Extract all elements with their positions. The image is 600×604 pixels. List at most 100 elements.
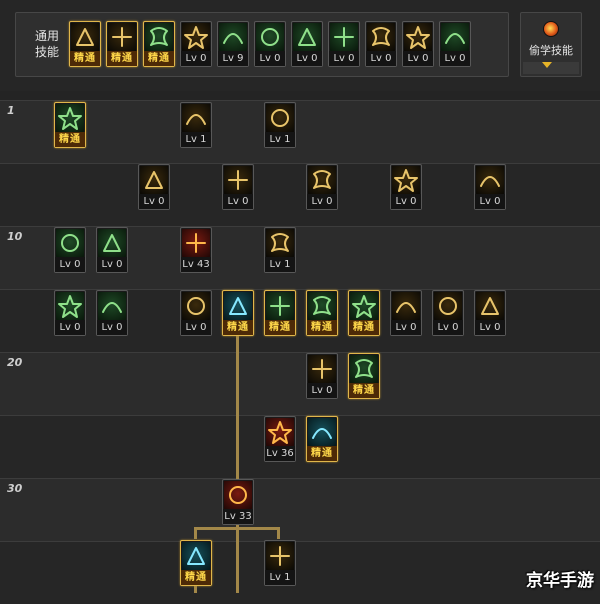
skill-slot[interactable]: 精通: [143, 21, 175, 67]
skill-slot[interactable]: Lv 0: [474, 290, 506, 336]
skill-slot[interactable]: Lv 0: [390, 164, 422, 210]
skill-level-label: Lv 0: [307, 194, 337, 209]
feather-burst-icon: [140, 166, 168, 194]
skill-level-label: 精通: [144, 51, 174, 66]
skill-slot[interactable]: Lv 0: [254, 21, 286, 67]
skill-level-label: 精通: [307, 446, 337, 461]
level-label: 1: [7, 104, 15, 117]
skill-level-label: 精通: [349, 320, 379, 335]
skill-level-label: Lv 0: [292, 51, 322, 66]
skill-slot[interactable]: Lv 1: [264, 227, 296, 273]
skill-level-label: 精通: [349, 383, 379, 398]
chevron-down-icon[interactable]: [542, 62, 552, 68]
skill-slot[interactable]: Lv 1: [180, 102, 212, 148]
water-spirit-icon: [308, 418, 336, 446]
tree-connector: [194, 527, 197, 539]
skill-slot[interactable]: 精通: [106, 21, 138, 67]
skill-level-label: Lv 0: [223, 194, 253, 209]
skill-slot[interactable]: Lv 0: [138, 164, 170, 210]
skill-level-label: Lv 0: [255, 51, 285, 66]
whirl-slash-icon: [392, 292, 420, 320]
skill-slot[interactable]: Lv 0: [432, 290, 464, 336]
skill-slot[interactable]: 精通: [348, 353, 380, 399]
fire-orb-icon: [543, 21, 559, 37]
skill-slot[interactable]: Lv 0: [439, 21, 471, 67]
skill-slot[interactable]: Lv 0: [390, 290, 422, 336]
tree-row: [0, 289, 600, 352]
general-label-line1: 通用: [34, 29, 59, 43]
skill-slot[interactable]: 精通: [264, 290, 296, 336]
skill-slot[interactable]: Lv 0: [96, 227, 128, 273]
level-label: 10: [7, 230, 23, 243]
general-label-line2: 技能: [34, 45, 59, 59]
skill-level-label: Lv 1: [181, 132, 211, 147]
skill-slot[interactable]: 精通: [306, 416, 338, 462]
climber-icon: [330, 23, 358, 51]
tree-row: [0, 541, 600, 604]
skill-slot[interactable]: Lv 43: [180, 227, 212, 273]
skill-slot[interactable]: Lv 0: [306, 353, 338, 399]
tree-row: [0, 478, 600, 541]
skill-level-label: Lv 1: [265, 570, 295, 585]
spiral-wind-icon: [308, 166, 336, 194]
skill-level-label: Lv 0: [181, 51, 211, 66]
skill-slot[interactable]: 精通: [306, 290, 338, 336]
skill-slot[interactable]: Lv 0: [54, 290, 86, 336]
skill-slot[interactable]: Lv 0: [474, 164, 506, 210]
skill-slot[interactable]: Lv 0: [328, 21, 360, 67]
ring-burst-icon: [266, 292, 294, 320]
general-skills-label: 通用 技能: [30, 28, 64, 60]
skill-level-label: Lv 0: [55, 257, 85, 272]
green-arrow-icon: [56, 229, 84, 257]
skill-slot[interactable]: 精通: [348, 290, 380, 336]
starburst-icon: [224, 481, 252, 509]
tree-connector: [194, 527, 280, 530]
skill-level-label: Lv 0: [366, 51, 396, 66]
skill-slot[interactable]: Lv 0: [306, 164, 338, 210]
plant-icon: [441, 23, 469, 51]
eye-icon: [367, 23, 395, 51]
skill-slot[interactable]: Lv 0: [96, 290, 128, 336]
skill-level-label: Lv 0: [475, 194, 505, 209]
bottom-stance-icon: [56, 104, 84, 132]
tree-row: [0, 100, 600, 163]
skill-level-label: Lv 0: [139, 194, 169, 209]
skill-slot[interactable]: Lv 9: [217, 21, 249, 67]
skill-level-label: Lv 0: [97, 257, 127, 272]
skill-level-label: 精通: [55, 132, 85, 147]
energy-orb-icon: [224, 292, 252, 320]
skill-slot[interactable]: Lv 0: [365, 21, 397, 67]
skill-slot[interactable]: 精通: [222, 290, 254, 336]
tree-connector: [236, 333, 239, 593]
skill-level-label: Lv 33: [223, 509, 253, 524]
skill-level-label: Lv 0: [97, 320, 127, 335]
skill-slot[interactable]: Lv 0: [291, 21, 323, 67]
strongman-icon: [404, 23, 432, 51]
skill-slot[interactable]: Lv 0: [402, 21, 434, 67]
skill-slot[interactable]: 精通: [54, 102, 86, 148]
skill-slot[interactable]: Lv 33: [222, 479, 254, 525]
skill-slot[interactable]: Lv 0: [180, 290, 212, 336]
sword-star-icon: [182, 292, 210, 320]
skill-level-label: Lv 0: [475, 320, 505, 335]
skill-slot[interactable]: Lv 0: [180, 21, 212, 67]
skill-slot[interactable]: Lv 0: [222, 164, 254, 210]
rising-flame-icon: [476, 292, 504, 320]
skill-slot[interactable]: 精通: [69, 21, 101, 67]
skill-slot[interactable]: Lv 36: [264, 416, 296, 462]
skill-slot[interactable]: Lv 1: [264, 102, 296, 148]
gear-target-icon: [256, 23, 284, 51]
runner-icon: [293, 23, 321, 51]
skill-slot[interactable]: Lv 0: [54, 227, 86, 273]
skill-slot[interactable]: Lv 1: [264, 540, 296, 586]
skill-slot[interactable]: 精通: [180, 540, 212, 586]
tree-row: [0, 226, 600, 289]
skill-level-label: Lv 0: [55, 320, 85, 335]
spiky-orb-icon: [98, 292, 126, 320]
sitting-figure-icon: [71, 23, 99, 51]
top-bar: 通用 技能 精通 精通 精通 Lv 0 Lv 9 Lv 0 Lv 0 Lv 0 Lv 0 Lv 0…: [0, 0, 600, 91]
blood-strike-icon: [266, 418, 294, 446]
steal-skills-button[interactable]: 偷学技能: [520, 12, 582, 77]
skill-level-label: Lv 36: [265, 446, 295, 461]
steal-skills-label: 偷学技能: [529, 44, 573, 57]
